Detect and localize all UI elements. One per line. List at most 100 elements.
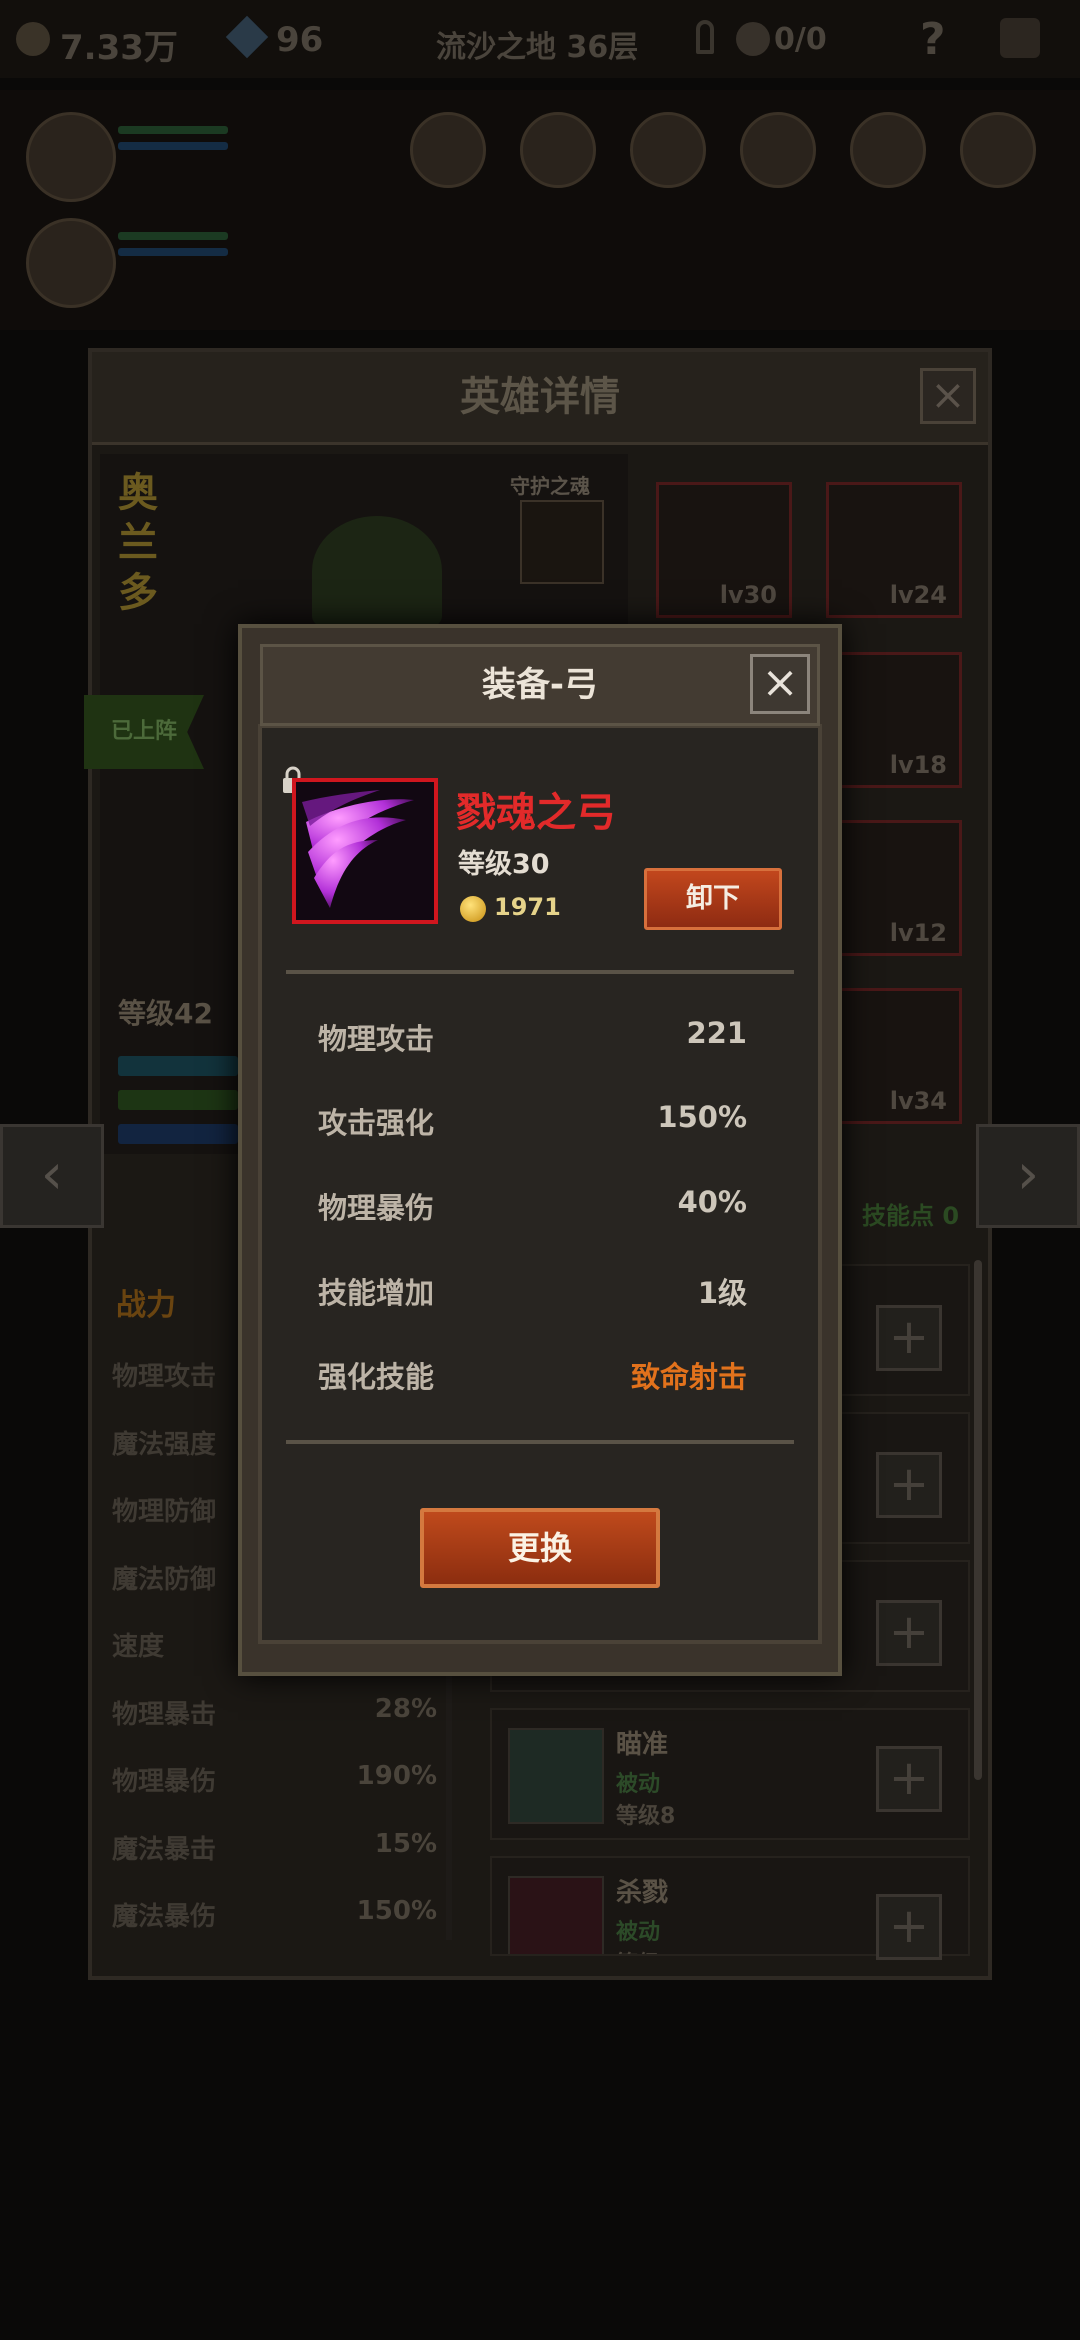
equip-slot-ring[interactable]: lv12 — [826, 820, 962, 956]
skill-name: 杀戮 — [616, 1878, 669, 1908]
equipment-dialog-title: 装备-弓 — [481, 665, 599, 705]
stat-row: 魔法暴伤 150% — [112, 1896, 437, 1936]
equip-level: lv30 — [719, 581, 777, 609]
hp-bar — [118, 1090, 238, 1110]
enemy-avatar — [740, 112, 816, 188]
bow-claw-icon — [296, 782, 434, 920]
skull-icon — [736, 22, 770, 56]
menu-icon[interactable] — [1000, 18, 1040, 58]
mp-bar — [118, 248, 228, 256]
stat-row: 魔法暴击 15% — [112, 1829, 437, 1869]
aim-skill-icon — [508, 1728, 604, 1824]
property-value: 150% — [657, 1100, 747, 1134]
gem-icon — [225, 15, 269, 59]
hero-lineup-strip — [0, 90, 1080, 330]
stat-label: 物理暴伤 — [112, 1767, 217, 1797]
combat-power-label: 战力 — [116, 1288, 176, 1323]
property-name: 技能增加 — [318, 1276, 435, 1310]
skills-scrollbar[interactable] — [974, 1260, 982, 1780]
plus-icon[interactable]: + — [876, 1452, 942, 1518]
skill-type: 被动 — [616, 1772, 661, 1797]
hero-panel-close-icon[interactable]: × — [920, 368, 976, 424]
slaughter-skill-icon — [508, 1876, 604, 1954]
property-value: 40% — [677, 1185, 747, 1219]
key-icon — [696, 20, 714, 54]
stat-row: 物理暴伤 190% — [112, 1761, 437, 1801]
equip-slot-armor[interactable]: lv18 — [826, 652, 962, 788]
skill-level: 等级6 — [616, 1946, 675, 1954]
equip-slot-helmet[interactable]: lv30 — [656, 482, 792, 618]
stat-value: 28% — [374, 1694, 437, 1724]
stat-label: 速度 — [112, 1632, 165, 1662]
equip-level: lv18 — [889, 751, 947, 779]
stage-name: 流沙之地 36层 — [436, 30, 639, 65]
item-slot[interactable] — [292, 778, 438, 924]
arrow-left-icon[interactable]: ‹ — [0, 1124, 104, 1228]
enemy-avatar — [410, 112, 486, 188]
mp-bar — [118, 1124, 238, 1144]
equip-slot-shield[interactable]: lv34 — [826, 988, 962, 1124]
skill-level: 等级8 — [616, 1804, 676, 1829]
stat-label: 魔法暴击 — [112, 1835, 217, 1865]
equip-level: lv24 — [889, 581, 947, 609]
divider — [286, 1440, 794, 1444]
plus-icon[interactable]: + — [876, 1894, 942, 1960]
hero-portrait — [312, 516, 442, 626]
guardian-soul-icon[interactable] — [520, 500, 604, 584]
skill-name: 瞄准 — [616, 1730, 669, 1760]
equip-level: lv12 — [889, 919, 947, 947]
property-name: 物理暴伤 — [318, 1191, 435, 1225]
arrow-right-icon[interactable]: › — [976, 1124, 1080, 1228]
stat-label: 魔法强度 — [112, 1430, 217, 1460]
skill-type: 被动 — [616, 1920, 661, 1945]
property-name: 攻击强化 — [318, 1106, 435, 1140]
close-icon[interactable]: × — [750, 654, 810, 714]
plus-icon[interactable]: + — [876, 1600, 942, 1666]
item-sell-value: 1971 — [494, 893, 561, 921]
property-value: 1级 — [697, 1276, 747, 1310]
help-icon[interactable]: ? — [920, 14, 946, 65]
property-name: 强化技能 — [318, 1360, 435, 1394]
replace-button[interactable]: 更换 — [420, 1508, 660, 1588]
enhanced-skill-value: 致命射击 — [630, 1360, 747, 1394]
top-resource-bar: 7.33万 96 流沙之地 36层 0/0 ? — [0, 0, 1080, 78]
coin-icon — [460, 896, 486, 922]
deployed-tag: 已上阵 — [84, 695, 204, 769]
divider — [286, 970, 794, 974]
hp-bar — [118, 232, 228, 240]
gold-icon — [16, 22, 50, 56]
hero-avatar[interactable] — [26, 218, 116, 308]
hp-bar — [118, 126, 228, 134]
property-value: 221 — [686, 1016, 747, 1050]
keys-count: 0/0 — [774, 22, 827, 57]
stat-row: 物理暴击 28% — [112, 1694, 437, 1734]
stat-label: 物理暴击 — [112, 1700, 217, 1730]
hero-name: 奥兰多 — [118, 470, 158, 616]
stat-label: 物理防御 — [112, 1497, 217, 1527]
item-level: 等级30 — [458, 849, 550, 880]
stat-value: 15% — [374, 1829, 437, 1859]
enemy-avatar — [960, 112, 1036, 188]
gem-amount: 96 — [276, 20, 324, 60]
enemy-avatar — [850, 112, 926, 188]
stat-label: 魔法暴伤 — [112, 1902, 217, 1932]
hero-level: 等级42 — [118, 997, 213, 1030]
item-name: 戮魂之弓 — [456, 790, 616, 836]
unequip-button[interactable]: 卸下 — [644, 868, 782, 930]
enemy-avatar — [630, 112, 706, 188]
stat-value: 150% — [356, 1896, 437, 1926]
hero-avatar[interactable] — [26, 112, 116, 202]
skill-points: 技能点 0 — [862, 1202, 960, 1230]
plus-icon[interactable]: + — [876, 1305, 942, 1371]
mp-bar — [118, 142, 228, 150]
guardian-soul-label: 守护之魂 — [510, 474, 590, 498]
enemy-avatar — [520, 112, 596, 188]
stat-label: 物理攻击 — [112, 1362, 217, 1392]
stat-label: 魔法防御 — [112, 1565, 217, 1595]
property-name: 物理攻击 — [318, 1022, 435, 1056]
stat-value: 190% — [356, 1761, 437, 1791]
hero-panel-title: 英雄详情 — [460, 374, 620, 420]
exp-bar — [118, 1056, 238, 1076]
equip-slot-amulet[interactable]: lv24 — [826, 482, 962, 618]
plus-icon[interactable]: + — [876, 1746, 942, 1812]
